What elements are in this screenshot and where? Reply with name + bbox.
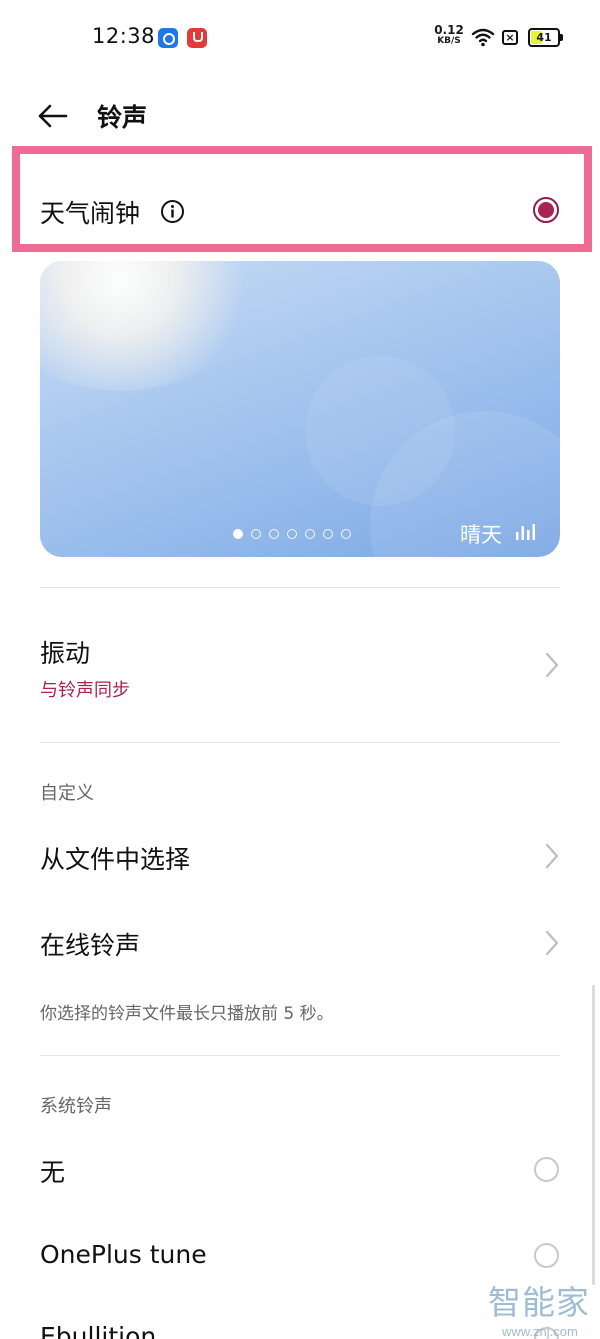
sound-bars-icon[interactable] (514, 522, 536, 542)
section-header-system: 系统铃声 (40, 1096, 112, 1117)
selected-ringtone-radio[interactable] (533, 197, 559, 223)
carousel-dot[interactable] (233, 529, 243, 539)
chevron-right-icon[interactable] (544, 652, 560, 678)
divider (40, 587, 560, 588)
battery-level: 41 (536, 31, 552, 44)
carousel-dots[interactable] (233, 529, 351, 539)
scrollbar[interactable] (592, 985, 595, 1285)
chevron-right-icon[interactable] (544, 930, 560, 956)
vibration-title[interactable]: 振动 (40, 634, 90, 670)
vibration-subtitle: 与铃声同步 (40, 680, 130, 701)
section-header-custom: 自定义 (40, 783, 94, 804)
info-icon[interactable] (160, 199, 185, 224)
radio-button[interactable] (534, 1243, 559, 1268)
system-ringtone-oneplus-tune[interactable]: OnePlus tune (40, 1240, 207, 1269)
back-button[interactable] (34, 96, 74, 136)
watermark: 智能家 www.znj.com (488, 1276, 594, 1339)
watermark-logo: 智能家 (488, 1283, 590, 1322)
status-bar: 12:38 0.12 KB/S × 41 (0, 0, 600, 76)
selected-ringtone-label[interactable]: 天气闹钟 (40, 194, 140, 230)
system-ringtone-none[interactable]: 无 (40, 1153, 65, 1189)
app-red-icon (187, 28, 207, 48)
divider (40, 1055, 560, 1056)
weather-condition: 晴天 (460, 523, 502, 547)
carousel-dot[interactable] (269, 529, 279, 539)
page-title: 铃声 (97, 103, 148, 132)
wifi-icon (471, 28, 495, 47)
sun-glow (40, 261, 260, 391)
carousel-dot[interactable] (305, 529, 315, 539)
online-ringtone-item[interactable]: 在线铃声 (40, 926, 140, 962)
battery-icon: 41 (528, 28, 560, 47)
carousel-dot[interactable] (323, 529, 333, 539)
system-ringtone-ebullition[interactable]: Ebullition (40, 1322, 156, 1339)
radio-button[interactable] (534, 1157, 559, 1182)
chevron-right-icon[interactable] (544, 843, 560, 869)
watermark-url: www.znj.com (502, 1324, 578, 1339)
divider (40, 742, 560, 743)
carousel-dot[interactable] (341, 529, 351, 539)
custom-ringtone-hint: 你选择的铃声文件最长只播放前 5 秒。 (40, 1004, 334, 1024)
network-speed-unit: KB/S (437, 36, 461, 46)
app-blue-icon (158, 28, 178, 48)
ringtone-settings-page: 12:38 0.12 KB/S × 41 铃声 天气闹钟 晴天 振动 与铃声同步… (0, 0, 600, 1339)
battery-tip (560, 34, 563, 41)
weather-preview-card[interactable]: 晴天 (40, 261, 560, 557)
arrow-left-icon (38, 104, 68, 128)
carousel-dot[interactable] (287, 529, 297, 539)
network-speed-value: 0.12 (434, 23, 464, 37)
carousel-dot[interactable] (251, 529, 261, 539)
sim-icon: × (502, 30, 518, 45)
choose-from-file-item[interactable]: 从文件中选择 (40, 840, 190, 876)
network-speed: 0.12 KB/S (434, 23, 464, 47)
status-time: 12:38 (92, 24, 156, 48)
